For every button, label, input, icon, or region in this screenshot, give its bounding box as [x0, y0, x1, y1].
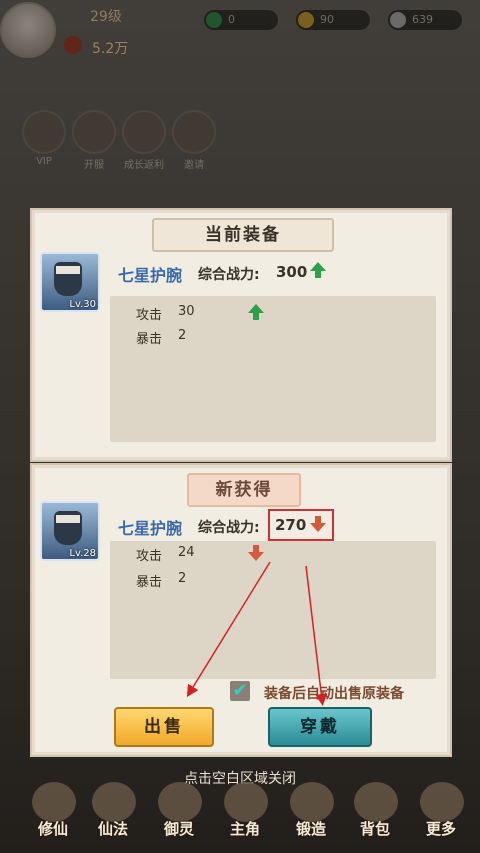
wear-button[interactable]: 穿戴	[268, 707, 372, 747]
nav-forge[interactable]: 锻造	[284, 818, 338, 839]
current-item-level: Lv.30	[69, 299, 96, 310]
spell-icon	[92, 782, 136, 822]
bag-icon	[354, 782, 398, 822]
stat-value: 30	[178, 304, 195, 319]
nav-cultivate[interactable]: 修仙	[26, 818, 80, 839]
current-equipment-panel: 当前装备 Lv.30 七星护腕 综合战力: 300 攻击 30 暴击 2	[30, 208, 452, 462]
sell-button[interactable]: 出售	[114, 707, 214, 747]
nav-spell[interactable]: 仙法	[86, 818, 140, 839]
hero-icon	[224, 782, 268, 822]
stat-name: 暴击	[136, 332, 163, 347]
stat-value: 2	[178, 328, 187, 343]
nav-more[interactable]: 更多	[414, 818, 468, 839]
new-power-value: 270	[275, 516, 307, 534]
stat-name: 暴击	[136, 575, 163, 590]
stat-value: 2	[178, 571, 187, 586]
new-item-panel: 新获得 Lv.28 七星护腕 综合战力: 270 攻击 24 暴击 2 ✔ 装备…	[30, 463, 452, 757]
new-item-icon[interactable]: Lv.28	[40, 501, 100, 561]
new-item-level: Lv.28	[69, 548, 96, 559]
stat-name: 攻击	[136, 549, 163, 564]
nav-spirit[interactable]: 御灵	[152, 818, 206, 839]
current-item-icon[interactable]: Lv.30	[40, 252, 100, 312]
more-icon	[420, 782, 464, 822]
current-stats-box: 攻击 30 暴击 2	[110, 296, 436, 442]
bottom-nav: 修仙 仙法 御灵 主角 锻造 背包 更多	[0, 778, 480, 853]
auto-sell-label: 装备后自动出售原装备	[264, 686, 404, 702]
current-power-value: 300	[276, 263, 308, 281]
new-item-title: 新获得	[187, 473, 301, 507]
current-power-label: 综合战力:	[198, 267, 260, 283]
auto-sell-checkbox[interactable]: ✔	[230, 681, 250, 701]
current-item-name: 七星护腕	[118, 266, 183, 285]
stat-name: 攻击	[136, 308, 163, 323]
forge-icon	[290, 782, 334, 822]
new-item-name: 七星护腕	[118, 519, 183, 538]
stat-value: 24	[178, 545, 195, 560]
nav-hero[interactable]: 主角	[218, 818, 272, 839]
nav-bag[interactable]: 背包	[348, 818, 402, 839]
current-equipment-title: 当前装备	[152, 218, 334, 252]
new-stats-box: 攻击 24 暴击 2	[110, 541, 436, 679]
new-power-label: 综合战力:	[198, 520, 260, 536]
cultivate-icon	[32, 782, 76, 822]
spirit-icon	[158, 782, 202, 822]
